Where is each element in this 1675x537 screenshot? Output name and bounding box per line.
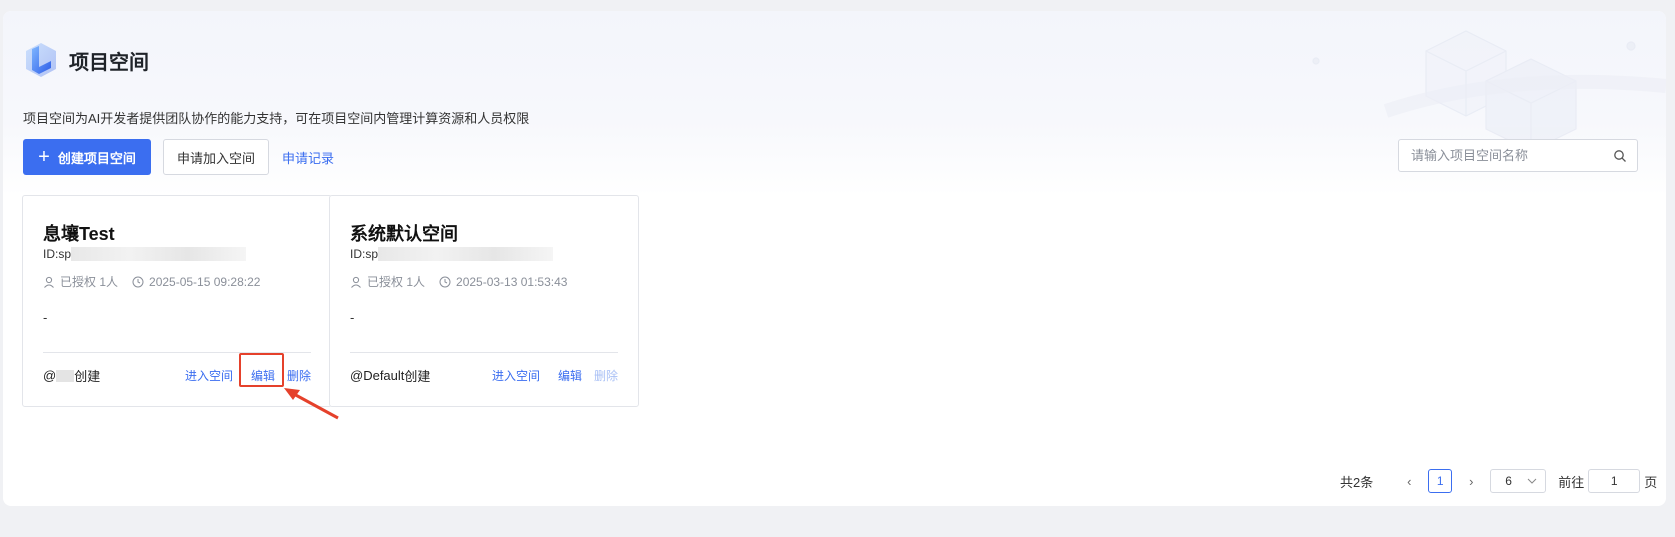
project-id-prefix: ID:sp	[350, 247, 379, 261]
page-size-value: 6	[1505, 474, 1512, 488]
user-icon	[351, 276, 361, 288]
card-divider	[350, 352, 618, 353]
apply-join-space-button[interactable]: 申请加入空间	[163, 139, 269, 175]
prev-page-chevron-left-icon[interactable]: ‹	[1398, 474, 1420, 489]
create-project-space-button[interactable]: + 创建项目空间	[23, 139, 151, 175]
redacted-id-mask	[378, 247, 554, 261]
creator-prefix: @Default	[350, 368, 405, 383]
creator-info: @ 创建	[43, 366, 100, 385]
user-icon	[44, 276, 54, 288]
search-input[interactable]	[1399, 140, 1599, 171]
page-number-current[interactable]: 1	[1428, 469, 1453, 493]
project-card: 系统默认空间 ID:sp 已授权 1人 2025-03-13 01:53:43 …	[329, 195, 639, 407]
clock-icon	[132, 276, 144, 287]
project-description: -	[350, 310, 355, 325]
project-meta: 已授权 1人 2025-05-15 09:28:22	[43, 273, 260, 290]
create-project-space-label: 创建项目空间	[57, 150, 136, 166]
clock-icon	[439, 276, 451, 287]
plus-icon: +	[38, 146, 50, 168]
project-description: -	[43, 310, 48, 325]
search-icon[interactable]	[1613, 149, 1627, 163]
enter-space-link[interactable]: 进入空间	[492, 367, 540, 384]
edit-highlight-box	[239, 353, 284, 387]
delete-link-disabled[interactable]: 删除	[594, 367, 618, 384]
redacted-name-mask	[56, 369, 75, 382]
main-panel: 项目空间 项目空间为AI开发者提供团队协作的能力支持，可在项目空间内管理计算资源…	[3, 11, 1666, 506]
application-records-link[interactable]: 申请记录	[282, 148, 334, 167]
page-size-select[interactable]: 6	[1490, 469, 1547, 493]
project-id-prefix: ID:sp	[43, 247, 72, 261]
project-name: 息壤Test	[43, 224, 115, 244]
page-description: 项目空间为AI开发者提供团队协作的能力支持，可在项目空间内管理计算资源和人员权限	[23, 111, 530, 126]
edit-link[interactable]: 编辑	[558, 367, 582, 384]
project-meta: 已授权 1人 2025-03-13 01:53:43	[350, 273, 567, 290]
project-card: 息壤Test ID:sp 已授权 1人 2025-05-15 09:28:22 …	[22, 195, 332, 407]
redacted-id-mask	[71, 247, 247, 261]
pagination: 共2条 ‹ 1 › 6 前往 页	[1340, 469, 1657, 493]
search-box	[1398, 139, 1638, 172]
total-count: 共2条	[1340, 474, 1374, 490]
chevron-down-icon	[1527, 478, 1537, 484]
page-unit-label: 页	[1644, 474, 1658, 490]
goto-page-input[interactable]	[1588, 469, 1641, 493]
authorized-count: 已授权 1人	[367, 275, 426, 289]
toolbar: + 创建项目空间 申请加入空间 申请记录	[23, 139, 334, 175]
project-id: ID:sp	[43, 247, 247, 261]
project-space-logo-icon	[26, 43, 56, 77]
page-header: 项目空间	[23, 41, 149, 79]
project-name: 系统默认空间	[350, 224, 458, 244]
authorized-count: 已授权 1人	[60, 275, 119, 289]
card-actions: 进入空间 编辑 删除	[480, 367, 618, 384]
next-page-chevron-right-icon[interactable]: ›	[1460, 474, 1482, 489]
goto-label: 前往	[1558, 474, 1585, 490]
created-time: 2025-05-15 09:28:22	[149, 274, 261, 289]
creator-suffix: 创建	[74, 369, 101, 384]
enter-space-link[interactable]: 进入空间	[185, 367, 233, 384]
project-id: ID:sp	[350, 247, 554, 261]
creator-suffix: 创建	[404, 369, 431, 384]
created-time: 2025-03-13 01:53:43	[456, 274, 568, 289]
annotation-arrow-icon	[284, 388, 339, 420]
creator-prefix: @	[43, 368, 57, 383]
creator-info: @Default 创建	[350, 366, 430, 385]
page-title: 项目空间	[69, 51, 149, 74]
card-footer: @Default 创建 进入空间 编辑 删除	[350, 366, 618, 385]
delete-link[interactable]: 删除	[287, 367, 311, 384]
